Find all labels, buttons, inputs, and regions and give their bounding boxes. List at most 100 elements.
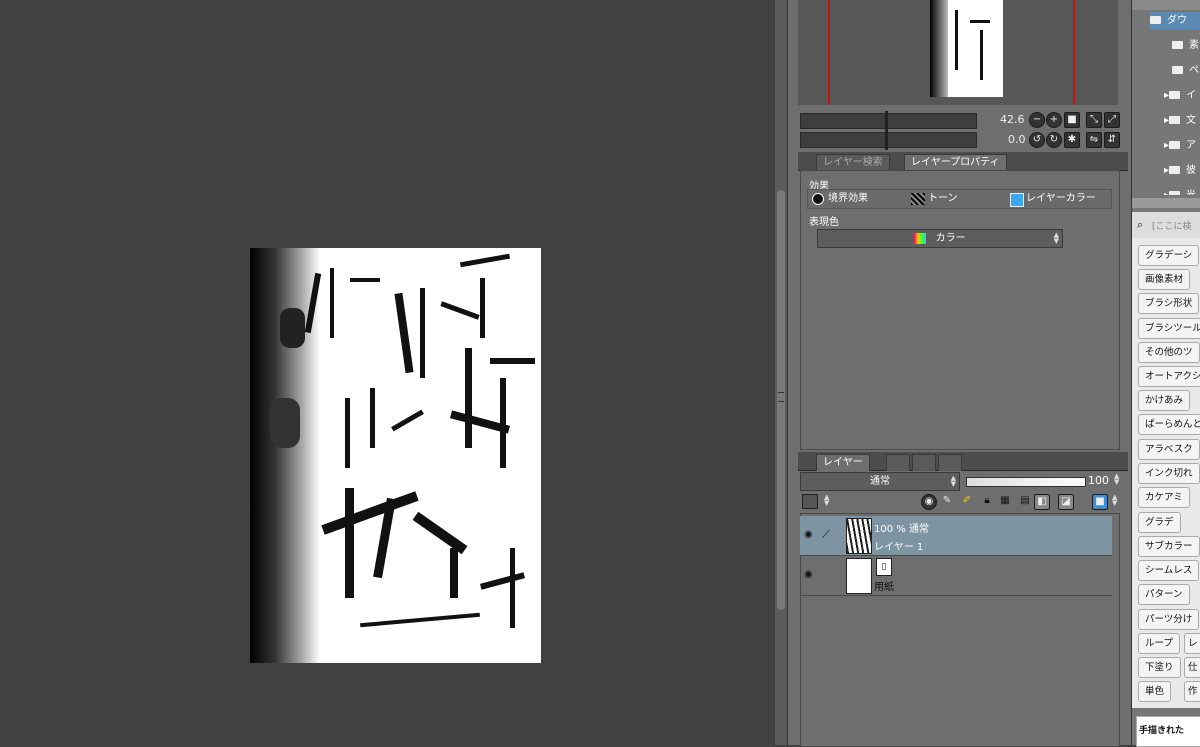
tag-chip[interactable]: アラベスク — [1138, 439, 1200, 460]
search-bar[interactable]: ⌕ [ここに検 — [1132, 212, 1200, 239]
border-effect-button[interactable]: 境界効果 — [828, 190, 868, 208]
material-panel: ダウ 素 ペ ▸イ ▸文 ▸ア ▸彼 ▸光 ⌕ [ここに検 グラデーシ 画像素材… — [1131, 0, 1200, 747]
draft-layer-icon[interactable]: ✎ — [940, 494, 954, 508]
layer-row-paper[interactable]: ◉ ▯ 用紙 — [800, 556, 1112, 596]
reset-rotation-icon[interactable]: ✱ — [1064, 132, 1080, 148]
tag-chip[interactable]: ループ — [1138, 633, 1180, 654]
swatch-stepper[interactable]: ▲ ▼ — [824, 494, 829, 507]
tag-chip[interactable]: 仕 — [1184, 657, 1200, 678]
flip-vertical-icon[interactable]: ⇵ — [1104, 132, 1120, 148]
tree-item-3[interactable]: ▸ イ — [1164, 87, 1200, 105]
tag-chip[interactable]: グラデ — [1138, 512, 1181, 533]
tag-chip[interactable]: サブカラー — [1138, 536, 1200, 557]
clip-layer-icon[interactable]: ▤ — [1018, 494, 1032, 508]
layer-color-stepper[interactable]: ▲ ▼ — [1112, 494, 1117, 507]
tag-chip[interactable]: ぱーらめんと — [1138, 414, 1200, 435]
tree-item-5[interactable]: ▸ ア — [1164, 137, 1200, 155]
expression-color-select[interactable]: カラー ▲ ▼ — [817, 229, 1063, 248]
tag-chip[interactable]: 画像素材 — [1138, 269, 1191, 290]
flip-horizontal-icon[interactable]: ⇋ — [1086, 132, 1102, 148]
tab-layer[interactable]: レイヤー — [816, 454, 870, 471]
tag-chip[interactable]: レ — [1184, 633, 1200, 654]
lock-transparent-icon[interactable]: ▦ — [998, 494, 1012, 508]
right-panel: 42.6 − + ■ ⤡ ⤢ 0.0 ↺ ↻ ✱ ⇋ ⇵ レイヤー検索 レイヤー… — [787, 0, 1131, 747]
eye-icon[interactable]: ◉ — [804, 569, 816, 580]
search-input[interactable]: [ここに検 — [1152, 219, 1192, 232]
tag-chip[interactable]: オートアクシ — [1138, 366, 1200, 387]
border-effect-icon — [812, 193, 824, 205]
layer-color-button[interactable]: レイヤーカラー — [1026, 190, 1096, 208]
tag-chip[interactable]: カケアミ — [1138, 487, 1190, 508]
canvas-area[interactable] — [0, 0, 775, 745]
canvas-scrollbar[interactable] — [775, 0, 787, 745]
layer-name: レイヤー 1 — [874, 542, 924, 553]
zoom-slider[interactable] — [800, 111, 977, 131]
layer-property-panel: 効果 境界効果 トーン レイヤーカラー 表現色 カラー ▲ ▼ — [800, 170, 1120, 450]
tag-chip[interactable]: パーツ分け — [1138, 609, 1200, 630]
tag-chip[interactable]: ブラシ形状 — [1138, 293, 1200, 314]
tree-item-2[interactable]: ペ — [1172, 62, 1200, 80]
tag-chip[interactable]: グラデーシ — [1138, 245, 1200, 266]
reference-layer-icon[interactable]: ◉ — [921, 494, 937, 510]
tag-chip[interactable]: インク切れ — [1138, 463, 1200, 484]
rotate-left-icon[interactable]: ↺ — [1029, 132, 1045, 148]
tag-chip[interactable]: 作 — [1184, 681, 1200, 702]
mask-icon[interactable]: ✐ — [960, 494, 974, 508]
tree-item-0[interactable]: ダウ — [1150, 12, 1200, 30]
tab-layer-search[interactable]: レイヤー検索 — [816, 154, 890, 171]
zoom-in-icon[interactable]: + — [1046, 112, 1062, 128]
tag-chip[interactable]: ブラシツール — [1138, 318, 1200, 339]
expression-color-label: 表現色 — [809, 217, 839, 228]
layer-name: 用紙 — [874, 582, 894, 593]
tree-item-6[interactable]: ▸ 彼 — [1164, 162, 1200, 180]
expression-color-value: カラー — [935, 233, 966, 244]
material-header — [1132, 0, 1200, 10]
tag-chip[interactable]: 単色 — [1138, 681, 1172, 702]
tone-icon — [911, 193, 925, 205]
tag-chip[interactable]: パターン — [1138, 584, 1190, 605]
fit-icon[interactable]: ⤡ — [1086, 112, 1102, 128]
layer-color-swatch[interactable] — [802, 494, 818, 509]
tab-history[interactable] — [886, 454, 910, 471]
layer-color-icon — [1010, 193, 1024, 207]
artwork-canvas[interactable] — [250, 248, 541, 663]
zoom-out-icon[interactable]: − — [1029, 112, 1045, 128]
tree-hscrollbar[interactable] — [1132, 198, 1200, 208]
tag-chip[interactable]: シームレス — [1138, 560, 1200, 581]
pen-icon: ⟋ — [822, 528, 830, 541]
opacity-slider[interactable] — [966, 477, 1086, 487]
tree-item-4[interactable]: ▸ 文 — [1164, 112, 1200, 130]
nav-view-edge-right — [1073, 0, 1075, 105]
palette-icon[interactable]: ◪ — [1058, 494, 1074, 510]
merge-icon[interactable]: ◧ — [1034, 494, 1050, 510]
blend-mode-value: 通常 — [870, 476, 890, 487]
layer-row-1[interactable]: ◉ ⟋ 100 % 通常 レイヤー 1 — [800, 516, 1112, 556]
tree-item-1[interactable]: 素 — [1172, 37, 1200, 55]
navigator-preview[interactable] — [798, 0, 1118, 105]
tree-item-7[interactable]: ▸光 — [1164, 187, 1200, 195]
lock-icon[interactable]: 🔒︎ — [980, 494, 994, 508]
panel-resize-grip[interactable] — [778, 392, 784, 402]
tag-chip[interactable]: その他のツ — [1138, 342, 1200, 363]
tab-other[interactable] — [938, 454, 962, 471]
tag-chip[interactable]: かけあみ — [1138, 390, 1191, 411]
rotation-slider[interactable] — [800, 130, 977, 150]
actual-size-icon[interactable]: ■ — [1064, 112, 1080, 128]
material-preview[interactable]: 手描きれた — [1136, 716, 1200, 747]
opacity-stepper[interactable]: ▲ ▼ — [1114, 473, 1119, 486]
paper-thumbnail — [846, 558, 872, 594]
fill-icon[interactable]: ⤢ — [1104, 112, 1120, 128]
layer-color-toggle[interactable]: ■ — [1092, 494, 1108, 510]
layer-info: 100 % 通常 — [874, 524, 929, 535]
rotate-right-icon[interactable]: ↻ — [1046, 132, 1062, 148]
tag-chip[interactable]: 下塗り — [1138, 657, 1181, 678]
paper-icon: ▯ — [876, 558, 892, 576]
tone-button[interactable]: トーン — [928, 190, 958, 208]
blend-mode-select[interactable]: 通常 ▲ ▼ — [800, 472, 960, 491]
eye-icon[interactable]: ◉ — [804, 529, 816, 540]
zoom-value: 42.6 — [1000, 113, 1025, 126]
tab-layer-property[interactable]: レイヤープロパティ — [904, 154, 1007, 171]
effect-buttons-row: 境界効果 トーン レイヤーカラー — [807, 189, 1112, 209]
tab-autoaction[interactable] — [912, 454, 936, 471]
navigator-thumbnail — [930, 0, 1003, 97]
